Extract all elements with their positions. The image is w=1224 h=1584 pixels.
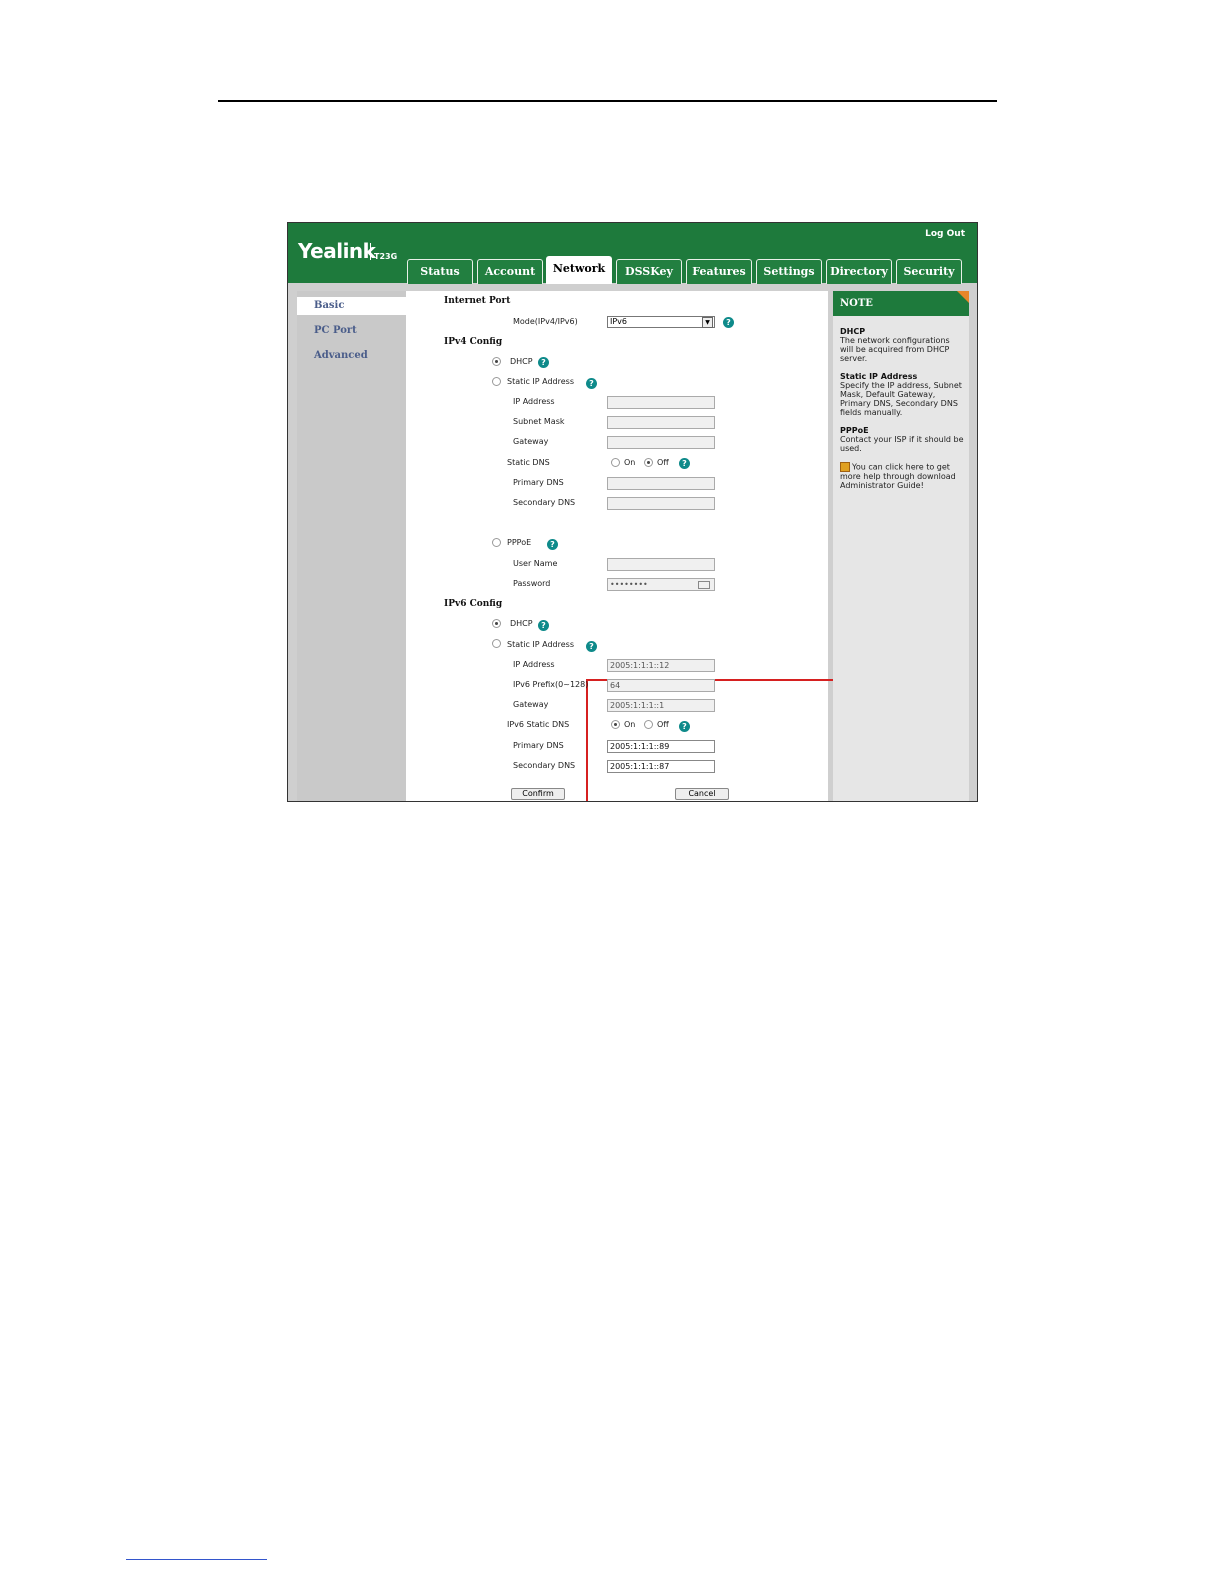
- note-body: DHCP The network configurations will be …: [840, 327, 964, 499]
- cancel-button[interactable]: Cancel: [675, 788, 729, 800]
- ipv6-dhcp-radio[interactable]: [492, 619, 501, 628]
- ipv4-dns-on-label: On: [624, 458, 636, 467]
- ipv4-ip-address-input[interactable]: [607, 396, 715, 409]
- ipv4-static-label: Static IP Address: [507, 377, 575, 386]
- internet-port-title: Internet Port: [444, 296, 511, 306]
- ipv4-dhcp-radio[interactable]: [492, 357, 501, 366]
- ipv6-secondary-dns-input[interactable]: 2005:1:1:1::87: [607, 760, 715, 773]
- help-icon[interactable]: ?: [679, 721, 690, 732]
- mode-select[interactable]: IPv6 ▼: [607, 316, 715, 328]
- ipv6-static-radio[interactable]: [492, 639, 501, 648]
- yealink-logo: Yealink: [298, 239, 376, 263]
- pppoe-password-label: Password: [513, 579, 551, 588]
- ipv6-secondary-dns-label: Secondary DNS: [513, 761, 576, 770]
- note-static-text: Specify the IP address, Subnet Mask, Def…: [840, 381, 962, 417]
- mode-select-value: IPv6: [610, 317, 628, 326]
- sidebar-item-pc-port[interactable]: PC Port: [297, 322, 406, 340]
- ipv6-ip-address-label: IP Address: [513, 660, 555, 669]
- pppoe-username-label: User Name: [513, 559, 558, 568]
- ipv4-subnet-input[interactable]: [607, 416, 715, 429]
- ipv4-ip-address-label: IP Address: [513, 397, 555, 406]
- logo-separator: [370, 243, 371, 260]
- help-icon[interactable]: ?: [538, 357, 549, 368]
- ipv6-prefix-label: IPv6 Prefix(0~128): [513, 680, 589, 689]
- ipv4-subnet-label: Subnet Mask: [513, 417, 565, 426]
- tab-settings[interactable]: Settings: [756, 259, 822, 284]
- ipv6-gateway-label: Gateway: [513, 700, 549, 709]
- ipv6-dns-off-label: Off: [657, 720, 669, 729]
- ipv4-primary-dns-input[interactable]: [607, 477, 715, 490]
- note-dhcp-text: The network configurations will be acqui…: [840, 336, 950, 363]
- ipv6-primary-dns-label: Primary DNS: [513, 741, 564, 750]
- confirm-button[interactable]: Confirm: [511, 788, 565, 800]
- pppoe-password-input[interactable]: ••••••••: [607, 578, 715, 591]
- ipv6-ip-address-input[interactable]: 2005:1:1:1::12: [607, 659, 715, 672]
- ipv4-gateway-label: Gateway: [513, 437, 549, 446]
- ipv4-primary-dns-label: Primary DNS: [513, 478, 564, 487]
- tab-dsskey[interactable]: DSSKey: [616, 259, 682, 284]
- ipv4-dns-on-radio[interactable]: [611, 458, 620, 467]
- model-label: T23G: [374, 252, 398, 261]
- ipv4-config-title: IPv4 Config: [444, 337, 503, 347]
- ipv6-dns-on-label: On: [624, 720, 636, 729]
- help-icon[interactable]: ?: [586, 378, 597, 389]
- ipv4-pppoe-radio[interactable]: [492, 538, 501, 547]
- ipv4-gateway-input[interactable]: [607, 436, 715, 449]
- ipv4-static-dns-label: Static DNS: [507, 458, 550, 467]
- ipv6-static-dns-label: IPv6 Static DNS: [507, 720, 570, 729]
- chevron-down-icon[interactable]: ▼: [702, 317, 713, 328]
- tab-directory[interactable]: Directory: [826, 259, 892, 284]
- page-header-rule: [218, 100, 997, 102]
- ipv6-primary-dns-input[interactable]: 2005:1:1:1::89: [607, 740, 715, 753]
- note-help-text[interactable]: You can click here to get more help thro…: [840, 463, 956, 491]
- ipv6-dns-off-radio[interactable]: [644, 720, 653, 729]
- help-icon[interactable]: ?: [586, 641, 597, 652]
- ipv4-dhcp-label: DHCP: [510, 357, 533, 366]
- tab-status[interactable]: Status: [407, 259, 473, 284]
- tab-account[interactable]: Account: [477, 259, 543, 284]
- help-icon[interactable]: ?: [679, 458, 690, 469]
- help-icon[interactable]: ?: [538, 620, 549, 631]
- web-ui-screenshot: Yealink T23G Log Out Status Account Netw…: [287, 222, 978, 802]
- pppoe-username-input[interactable]: [607, 558, 715, 571]
- ipv4-dns-off-label: Off: [657, 458, 669, 467]
- ipv6-config-title: IPv6 Config: [444, 599, 503, 609]
- ipv4-secondary-dns-input[interactable]: [607, 497, 715, 510]
- ipv6-dhcp-label: DHCP: [510, 619, 533, 628]
- note-panel: NOTE DHCP The network configurations wil…: [833, 291, 969, 801]
- help-icon[interactable]: ?: [723, 317, 734, 328]
- note-title: NOTE: [833, 291, 969, 316]
- mode-label: Mode(IPv4/IPv6): [513, 317, 578, 326]
- help-icon[interactable]: ?: [547, 539, 558, 550]
- ipv4-pppoe-label: PPPoE: [507, 538, 532, 547]
- ipv4-secondary-dns-label: Secondary DNS: [513, 498, 576, 507]
- footer-link-underline: [126, 1559, 267, 1560]
- top-bar: Yealink T23G Log Out Status Account Netw…: [288, 223, 977, 284]
- note-dhcp-title: DHCP: [840, 327, 866, 336]
- ipv4-static-radio[interactable]: [492, 377, 501, 386]
- ipv6-prefix-input[interactable]: 64: [607, 679, 715, 692]
- main-content: Internet Port Mode(IPv4/IPv6) IPv6 ▼ ? I…: [406, 291, 888, 801]
- tab-network[interactable]: Network: [546, 256, 612, 284]
- note-pppoe-text: Contact your ISP if it should be used.: [840, 435, 964, 453]
- keyboard-icon: [698, 581, 710, 589]
- ipv6-gateway-input[interactable]: 2005:1:1:1::1: [607, 699, 715, 712]
- sidebar-item-advanced[interactable]: Advanced: [297, 347, 406, 365]
- ipv6-dns-on-radio[interactable]: [611, 720, 620, 729]
- tab-security[interactable]: Security: [896, 259, 962, 284]
- sidebar: Basic PC Port Advanced: [297, 291, 406, 801]
- logout-link[interactable]: Log Out: [925, 229, 965, 239]
- ipv6-static-label: Static IP Address: [507, 640, 575, 649]
- note-static-title: Static IP Address: [840, 372, 918, 381]
- note-corner-decoration: [957, 291, 969, 303]
- ipv4-dns-off-radio[interactable]: [644, 458, 653, 467]
- sidebar-item-basic[interactable]: Basic: [297, 297, 406, 315]
- note-pppoe-title: PPPoE: [840, 426, 869, 435]
- tab-features[interactable]: Features: [686, 259, 752, 284]
- help-book-icon[interactable]: [840, 462, 850, 472]
- password-value: ••••••••: [610, 580, 648, 589]
